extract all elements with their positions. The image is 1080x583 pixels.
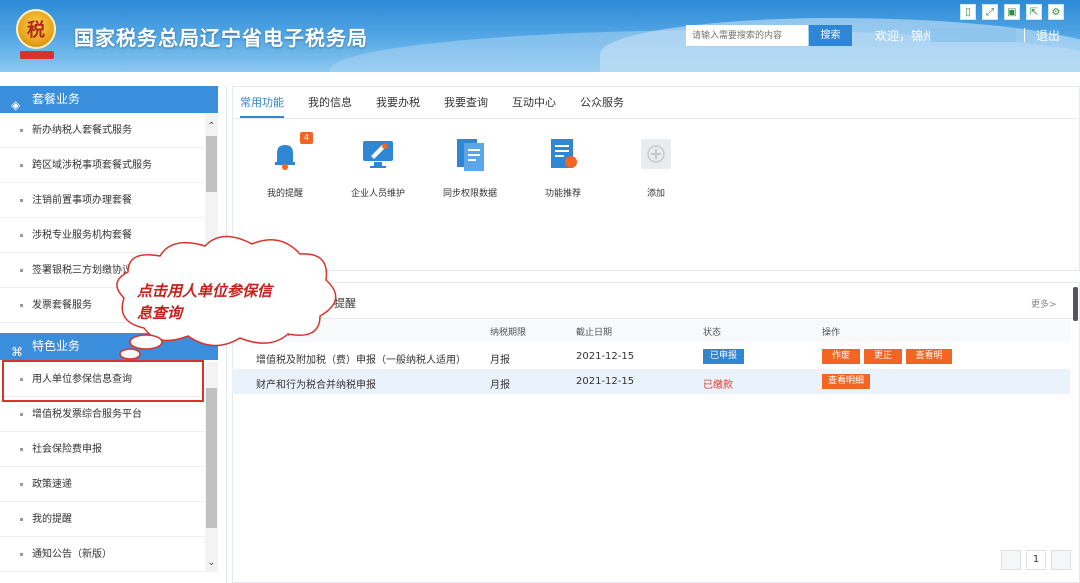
tabs-divider [232, 118, 1080, 119]
table-header [232, 320, 1070, 342]
func-my-reminders[interactable]: 4 我的提醒 [240, 132, 330, 199]
sidebar-item-policy-express[interactable]: 政策速递 [0, 467, 205, 502]
func-label: 同步权限数据 [442, 189, 497, 199]
main-tabs: 常用功能 我的信息 我要办税 我要查询 互动中心 公众服务 [240, 94, 648, 118]
scroll-down-icon[interactable]: ⌄ [205, 304, 218, 318]
sidebar-item-deregistration[interactable]: 注销前置事项办理套餐 [0, 183, 205, 218]
func-add[interactable]: 添加 [611, 136, 701, 199]
settings-icon[interactable]: ⚙ [1048, 4, 1064, 20]
prev-page-button[interactable] [1001, 550, 1021, 570]
scroll-up-icon[interactable]: ⌃ [205, 120, 218, 134]
func-label: 功能推荐 [544, 189, 581, 199]
row-deadline: 2021-12-15 [576, 376, 635, 387]
reminder-count-badge: 4 [299, 132, 313, 144]
package-section-title: 套餐业务 [32, 92, 81, 106]
search-button[interactable]: 搜索 [809, 25, 852, 46]
row-item-name: 增值税及附加税（费）申报（一般纳税人适用） [256, 355, 466, 366]
sidebar-item-notices[interactable]: 通知公告（新版） [0, 537, 205, 572]
scroll-down-icon[interactable]: ⌄ [205, 556, 218, 570]
recommend-doc-icon [545, 136, 581, 172]
add-icon [638, 136, 674, 172]
more-link[interactable]: 更多> [1031, 297, 1057, 310]
page-number[interactable]: 1 [1026, 550, 1046, 570]
bookmark-icon[interactable]: ▯ [960, 4, 976, 20]
toolbar-icons: ▯ ⤢ ▣ ⇱ ⚙ [960, 4, 1064, 20]
export-icon[interactable]: ⇱ [1026, 4, 1042, 20]
tab-my-info[interactable]: 我的信息 [308, 94, 352, 118]
fullscreen-icon[interactable]: ⤢ [982, 4, 998, 20]
row-tax-period: 月报 [490, 380, 510, 391]
row-item-name: 财产和行为税合并纳税申报 [256, 380, 376, 391]
callout-line-1: 点击用人单位参保信 [137, 282, 273, 300]
tab-service-reminders[interactable]: 服务提醒 [312, 295, 356, 319]
welcome-text: 欢迎，锦州 [875, 29, 936, 43]
package-scrollbar-thumb[interactable] [206, 136, 217, 192]
row-tax-period: 月报 [490, 355, 510, 366]
sidebar-item-vat-invoice-platform[interactable]: 增值税发票综合服务平台 [0, 397, 205, 432]
func-sync-permissions[interactable]: 同步权限数据 [425, 136, 515, 199]
search-input[interactable] [686, 25, 808, 46]
func-recommended[interactable]: 功能推荐 [518, 136, 608, 199]
col-status: 状态 [703, 328, 722, 338]
logout-link[interactable]: 退出 [1036, 27, 1060, 44]
bell-icon: 4 [267, 132, 313, 172]
col-actions: 操作 [822, 328, 841, 338]
monitor-edit-icon [360, 136, 396, 172]
todo-tabs-divider [232, 318, 1080, 319]
func-staff-maintenance[interactable]: 企业人员维护 [333, 136, 423, 199]
void-button[interactable]: 作废 [822, 349, 860, 364]
sidebar-item-social-insurance[interactable]: 社会保险费申报 [0, 432, 205, 467]
sidebar-item-new-taxpayer[interactable]: 新办纳税人套餐式服务 [0, 113, 205, 148]
save-icon[interactable]: ▣ [1004, 4, 1020, 20]
sidebar-item-cross-region[interactable]: 跨区域涉税事项套餐式服务 [0, 148, 205, 183]
tab-common-functions[interactable]: 常用功能 [240, 94, 284, 118]
site-title: 国家税务总局辽宁省电子税务局 [74, 26, 368, 50]
tab-query[interactable]: 我要查询 [444, 94, 488, 118]
package-section-header[interactable]: ◈ 套餐业务 [0, 86, 218, 113]
sidebar-divider [226, 86, 227, 583]
col-deadline: 截止日期 [576, 328, 613, 338]
top-banner: 税 国家税务总局辽宁省电子税务局 搜索 欢迎，锦州 退出 ▯ ⤢ ▣ ⇱ ⚙ [0, 0, 1080, 72]
sidebar-item-my-reminders[interactable]: 我的提醒 [0, 502, 205, 537]
view-details-button[interactable]: 查看明细 [822, 374, 870, 389]
redacted-username [930, 28, 1016, 42]
func-label: 添加 [646, 189, 665, 199]
col-item-name: 事项名称 [256, 328, 293, 338]
sidebar: ◈ 套餐业务 新办纳税人套餐式服务 跨区域涉税事项套餐式服务 注销前置事项办理套… [0, 86, 218, 583]
special-scrollbar-thumb[interactable] [206, 388, 217, 528]
document-sync-icon [452, 136, 488, 172]
panel-scrollbar-thumb[interactable] [1073, 287, 1078, 321]
highlight-frame [2, 360, 204, 402]
func-label: 企业人员维护 [350, 189, 405, 199]
correct-button[interactable]: 更正 [864, 349, 902, 364]
col-tax-period: 纳税期限 [490, 328, 527, 338]
callout-line-2: 息查询 [137, 304, 183, 322]
row-deadline: 2021-12-15 [576, 351, 635, 362]
special-section-header[interactable]: ⌘ 特色业务 [0, 333, 218, 360]
next-page-button[interactable] [1051, 550, 1071, 570]
tab-public-service[interactable]: 公众服务 [580, 94, 624, 118]
sidebar-item-tax-agency[interactable]: 涉税专业服务机构套餐 [0, 218, 205, 253]
func-label: 我的提醒 [266, 189, 303, 199]
special-section-title: 特色业务 [32, 339, 81, 353]
status-badge: 已申报 [703, 349, 745, 364]
status-paid-text: 已缴款 [703, 380, 733, 391]
header-divider [1024, 28, 1025, 42]
tab-interaction[interactable]: 互动中心 [512, 94, 556, 118]
view-details-button[interactable]: 查看明细 [906, 349, 952, 376]
tax-emblem-logo: 税 [16, 9, 60, 59]
tab-file-tax[interactable]: 我要办税 [376, 94, 420, 118]
